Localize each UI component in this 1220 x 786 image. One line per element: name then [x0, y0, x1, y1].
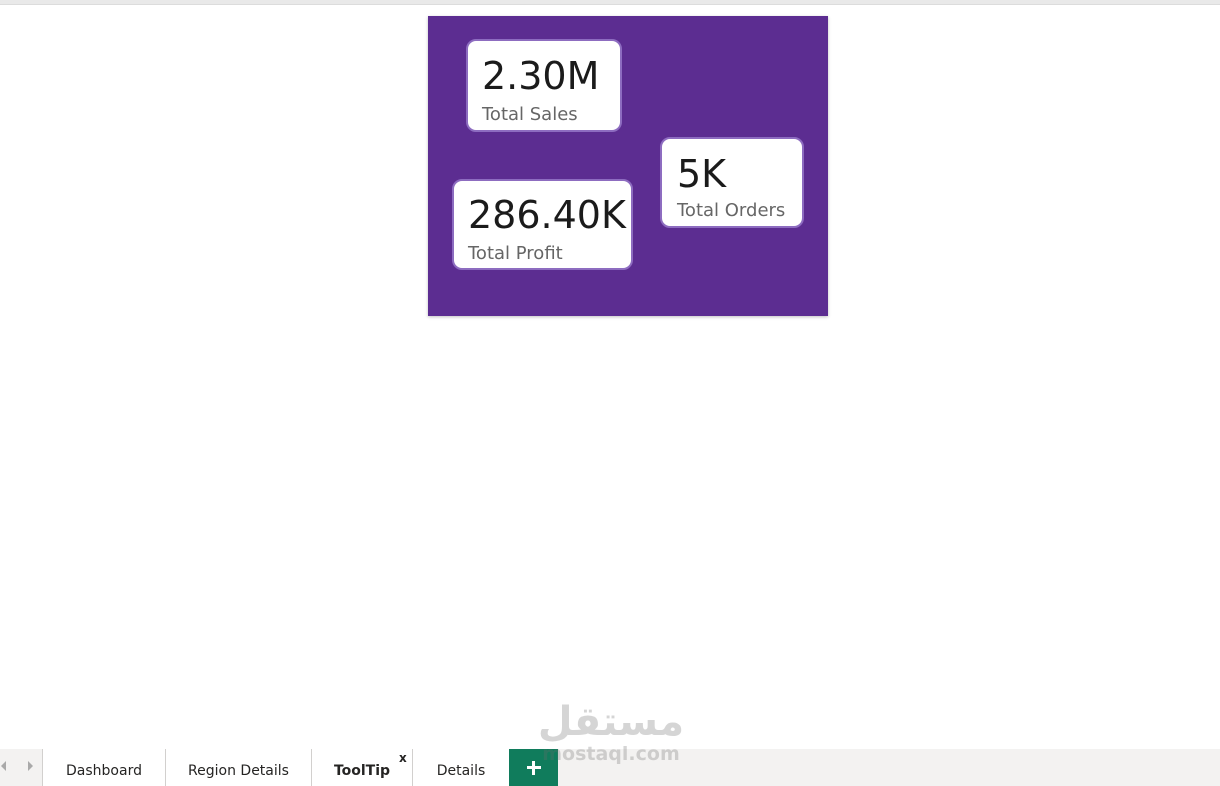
report-canvas: 2.30M Total Sales 5K Total Orders 286.40…: [428, 16, 828, 316]
total-orders-value: 5K: [677, 152, 727, 196]
total-orders-label: Total Orders: [677, 200, 786, 221]
tab-tooltip[interactable]: ToolTip x: [312, 749, 412, 786]
watermark-brand: مستقل: [537, 699, 685, 745]
page-tab-bar: Dashboard Region Details ToolTip x Detai…: [0, 749, 1220, 786]
total-orders-card[interactable]: 5K Total Orders: [660, 137, 804, 228]
plus-icon: [532, 761, 535, 775]
tab-dashboard[interactable]: Dashboard: [43, 749, 165, 786]
total-sales-label: Total Sales: [482, 104, 578, 125]
total-sales-card[interactable]: 2.30M Total Sales: [466, 39, 622, 132]
close-tab-icon[interactable]: x: [399, 752, 407, 764]
total-profit-label: Total Profit: [468, 243, 563, 264]
total-profit-value: 286.40K: [468, 193, 626, 237]
window-top-edge: [0, 0, 1220, 5]
add-page-button[interactable]: [509, 749, 558, 786]
tab-details[interactable]: Details: [413, 749, 509, 786]
total-sales-value: 2.30M: [482, 54, 600, 98]
chevron-right-icon[interactable]: [28, 761, 33, 771]
tab-region-details[interactable]: Region Details: [166, 749, 311, 786]
chevron-left-icon[interactable]: [1, 761, 6, 771]
total-profit-card[interactable]: 286.40K Total Profit: [452, 179, 633, 270]
tab-tooltip-label: ToolTip: [333, 763, 391, 779]
